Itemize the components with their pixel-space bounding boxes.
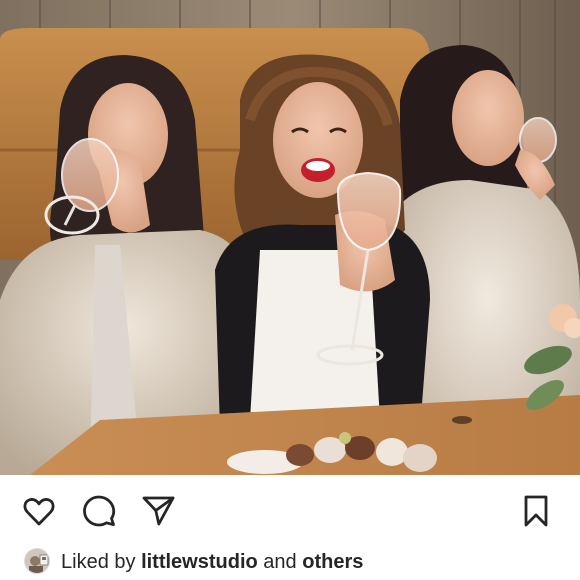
heart-outline-icon[interactable] (21, 493, 57, 529)
liked-by-connector: and (263, 551, 297, 573)
paper-plane-icon[interactable] (140, 493, 176, 529)
liked-by-prefix: Liked by (61, 551, 136, 573)
liked-by-text: Liked by littlewstudio and others (61, 550, 363, 574)
post-action-bar (0, 475, 580, 545)
liker-username-link[interactable]: littlewstudio (141, 551, 258, 573)
likes-row: Liked by littlewstudio and others (0, 545, 580, 580)
post-photo-illustration (0, 0, 580, 475)
others-link[interactable]: others (302, 551, 363, 573)
post-photo[interactable] (0, 0, 580, 475)
comment-bubble-icon[interactable] (81, 493, 117, 529)
liker-avatar[interactable] (24, 548, 50, 574)
bookmark-outline-icon[interactable] (518, 493, 554, 529)
